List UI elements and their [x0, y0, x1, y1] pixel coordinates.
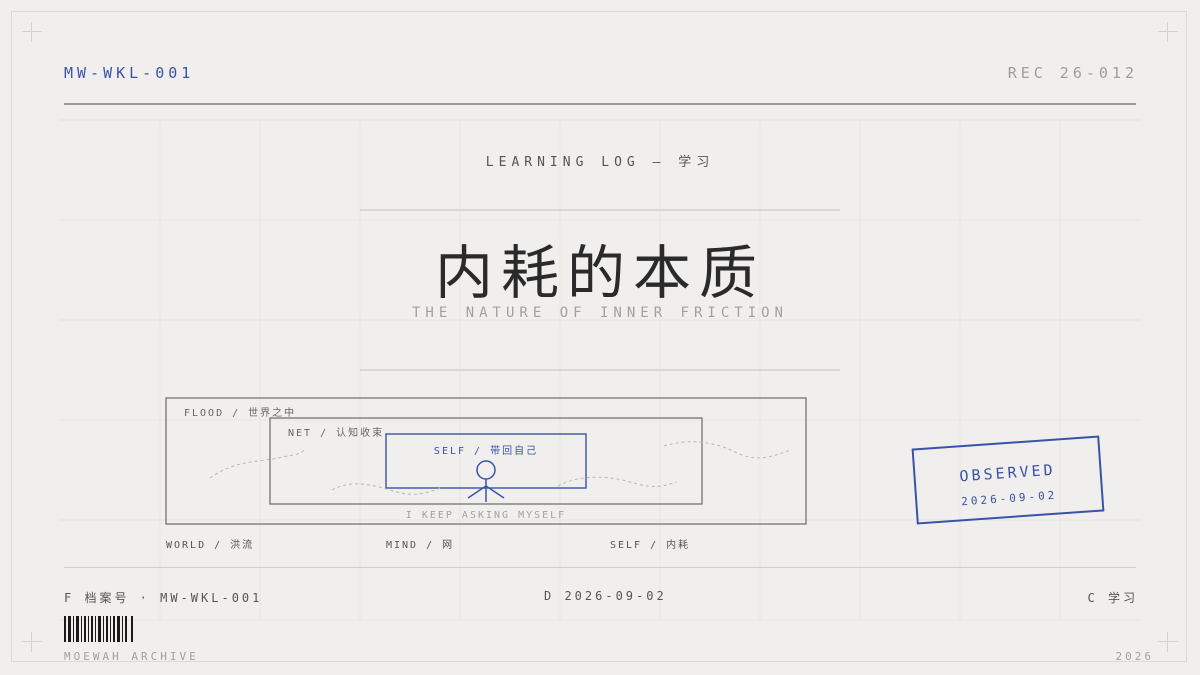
category-label: C 学习 [1087, 591, 1138, 605]
stamp-label: OBSERVED [958, 460, 1057, 486]
archive-name: MOEWAH ARCHIVE [64, 650, 199, 663]
legend-world: WORLD / 洪流 [166, 538, 254, 551]
self-label: SELF / 带回自己 [434, 444, 538, 457]
file-number: F 档案号 · MW-WKL-001 [64, 591, 263, 605]
wave-line [557, 476, 677, 487]
footer-divider [64, 567, 1136, 568]
document-page: MW-WKL-001 REC 26-012 LEARNING LOG — 学习 … [0, 0, 1200, 675]
diagram-caption: I KEEP ASKING MYSELF [406, 510, 566, 521]
flood-label: FLOOD / 世界之中 [184, 406, 296, 419]
observed-stamp: OBSERVED 2026-09-02 [911, 435, 1105, 525]
archive-year: 2026 [1115, 650, 1154, 663]
nested-boxes-diagram: FLOOD / 世界之中 NET / 认知收束 SELF / 带回自己 I KE… [165, 397, 807, 551]
legend-self: SELF / 内耗 [610, 538, 690, 551]
wave-line [209, 449, 305, 479]
wave-line [663, 441, 791, 459]
legend-mind: MIND / 网 [386, 539, 454, 551]
net-label: NET / 认知收束 [288, 426, 384, 439]
document-date: D 2026-09-02 [544, 589, 667, 603]
stick-figure-icon [467, 460, 505, 502]
stamp-date: 2026-09-02 [960, 488, 1058, 509]
